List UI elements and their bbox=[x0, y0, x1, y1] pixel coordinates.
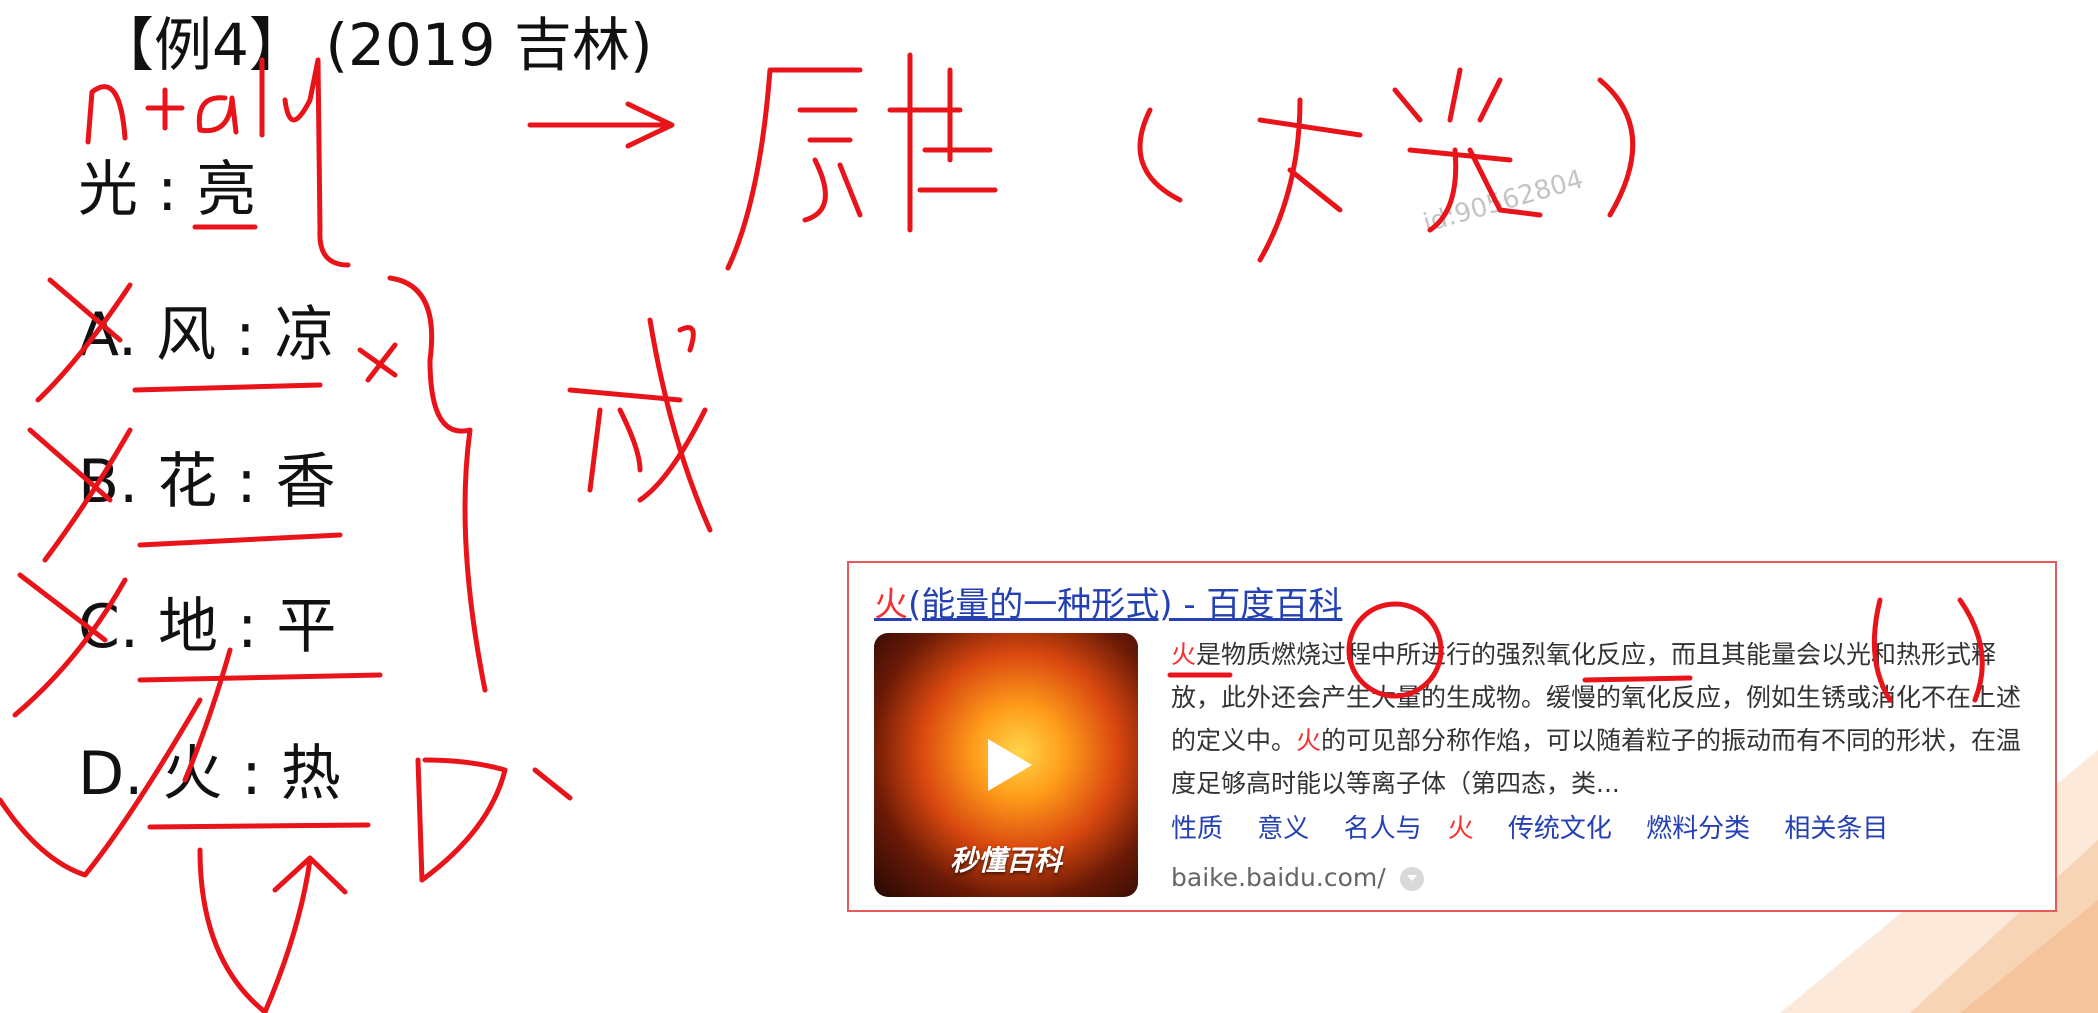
result-abstract: 火是物质燃烧过程中所进行的强烈氧化反应，而且其能量会以光和热形式释放，此外还会产… bbox=[1171, 633, 2031, 805]
option-c: C. 地 : 平 bbox=[78, 597, 336, 657]
result-title-highlight: 火 bbox=[874, 585, 908, 625]
option-d: D. 火 : 热 bbox=[78, 744, 341, 804]
handwriting-d-shape bbox=[415, 757, 573, 883]
option-letter: A. bbox=[78, 300, 138, 370]
sublink-related[interactable]: 相关条目 bbox=[1784, 814, 1888, 844]
sublink-fuel[interactable]: 燃料分类 bbox=[1646, 814, 1750, 844]
handwriting-arrow bbox=[527, 101, 675, 149]
option-letter: B. bbox=[78, 447, 139, 517]
option-b: B. 花 : 香 bbox=[78, 452, 336, 512]
handwriting-lower-arrow bbox=[197, 847, 348, 1013]
option-text: 地 : 平 bbox=[158, 592, 337, 662]
sublink-celebrities[interactable]: 名人与火 bbox=[1344, 814, 1474, 844]
sublink-celebrities-label: 名人与 bbox=[1343, 814, 1422, 844]
sublink-celebrities-highlight: 火 bbox=[1447, 814, 1474, 844]
result-title-text: (能量的一种形式) - 百度百科 bbox=[908, 585, 1343, 625]
sublink-meaning[interactable]: 意义 bbox=[1257, 814, 1309, 844]
handwriting-bracket bbox=[387, 275, 488, 693]
handwriting-shuxing bbox=[725, 52, 998, 271]
sublink-properties[interactable]: 性质 bbox=[1171, 814, 1223, 844]
watermark: id:90562804 bbox=[1420, 164, 1587, 239]
source-url[interactable]: baike.baidu.com/ bbox=[1171, 863, 1386, 892]
option-a: A. 风 : 凉 bbox=[78, 305, 335, 365]
search-result-card: 火(能量的一种形式) - 百度百科 秒懂百科 火是物质燃烧过程中所进行的强烈氧化… bbox=[847, 561, 2057, 912]
handwriting-faguang bbox=[1137, 67, 1636, 263]
thumbnail-brand: 秒懂百科 bbox=[949, 844, 1062, 877]
handwriting-huo bbox=[567, 317, 713, 533]
dropdown-icon[interactable] bbox=[1399, 867, 1424, 891]
sublink-culture[interactable]: 传统文化 bbox=[1508, 814, 1612, 844]
abstract-highlight: 火 bbox=[1296, 726, 1322, 755]
result-sublinks: 性质 意义 名人与火 传统文化 燃料分类 相关条目 bbox=[1171, 808, 1914, 845]
video-thumbnail[interactable]: 秒懂百科 bbox=[874, 633, 1138, 897]
option-text: 火 : 热 bbox=[162, 739, 341, 809]
option-text: 风 : 凉 bbox=[156, 300, 335, 370]
option-letter: D. bbox=[78, 739, 144, 809]
play-icon[interactable] bbox=[988, 739, 1032, 791]
abstract-highlight: 火 bbox=[1171, 640, 1197, 669]
option-text: 花 : 香 bbox=[157, 447, 336, 517]
result-title-link[interactable]: 火(能量的一种形式) - 百度百科 bbox=[874, 577, 1342, 626]
result-source: baike.baidu.com/ bbox=[1171, 863, 1424, 892]
option-letter: C. bbox=[78, 592, 139, 662]
question-title: 【例4】 (2019 吉林) bbox=[96, 11, 653, 79]
question-stem: 光 : 亮 bbox=[78, 155, 257, 225]
